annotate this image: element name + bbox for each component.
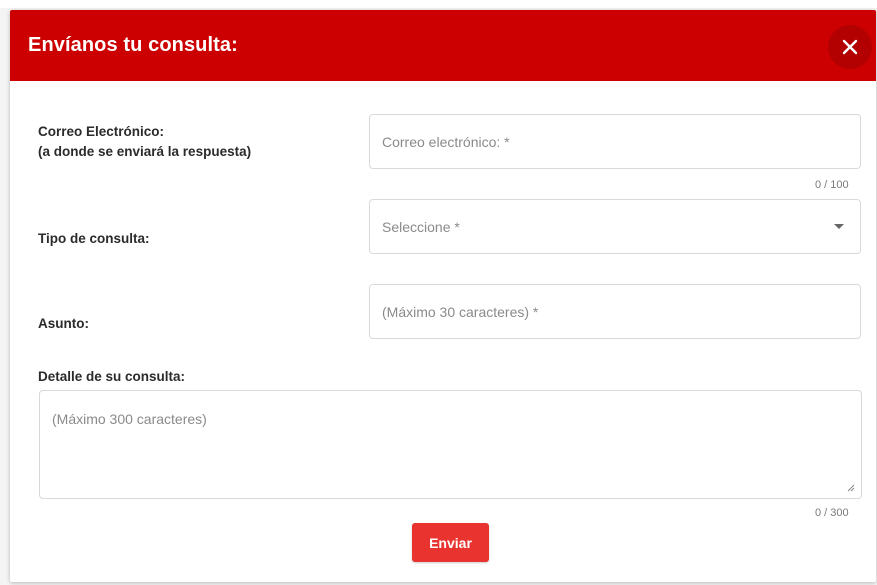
close-icon <box>842 39 858 55</box>
email-label-line2: (a donde se enviará la respuesta) <box>38 144 252 159</box>
backdrop <box>0 0 877 8</box>
email-label: Correo Electrónico: (a donde se enviará … <box>38 122 251 162</box>
type-select[interactable]: Seleccione * <box>369 199 861 254</box>
dialog-header: Envíanos tu consulta: <box>10 10 876 81</box>
dialog-title: Envíanos tu consulta: <box>28 34 238 56</box>
subject-input[interactable] <box>370 285 860 338</box>
email-char-counter: 0 / 100 <box>815 179 849 191</box>
subject-field[interactable] <box>369 284 861 339</box>
resize-handle-icon[interactable] <box>845 482 855 492</box>
email-input[interactable] <box>370 115 860 168</box>
detail-char-counter: 0 / 300 <box>815 507 849 519</box>
detail-textarea[interactable] <box>40 391 861 498</box>
email-field[interactable] <box>369 114 861 169</box>
detail-field[interactable] <box>39 390 862 499</box>
email-label-line1: Correo Electrónico: <box>38 124 165 139</box>
subject-label: Asunto: <box>38 316 89 331</box>
close-button[interactable] <box>828 25 872 69</box>
type-label: Tipo de consulta: <box>38 231 150 246</box>
chevron-down-icon[interactable] <box>834 224 844 229</box>
type-select-value: Seleccione * <box>382 219 460 235</box>
contact-dialog: Envíanos tu consulta: Correo Electrónico… <box>10 10 876 582</box>
submit-button[interactable]: Enviar <box>412 523 489 562</box>
detail-label: Detalle de su consulta: <box>38 369 186 384</box>
